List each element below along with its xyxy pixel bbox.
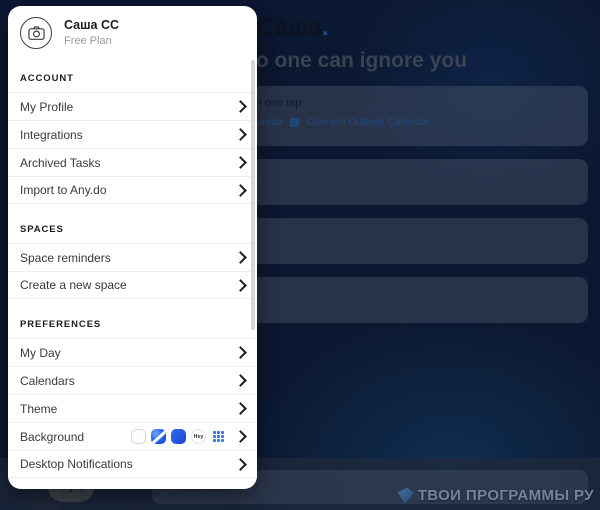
sidebar-item-label: My Day (20, 345, 61, 360)
sidebar-item-create-a-new-space[interactable]: Create a new space (8, 271, 257, 299)
sidebar-item-my-day[interactable]: My Day (8, 338, 257, 366)
profile-plan: Free Plan (64, 35, 112, 47)
chevron-right-icon (234, 374, 247, 387)
sidebar-item-background[interactable]: Background Hey (8, 422, 257, 450)
screen: ‎, Саша. no one can ignore you ‎ video m… (0, 0, 600, 510)
chevron-right-icon (234, 156, 247, 169)
chevron-right-icon (234, 402, 247, 415)
sidebar-item-label: Space reminders (20, 250, 111, 265)
section-heading-spaces: SPACES (20, 224, 64, 235)
sidebar-item-label: Integrations (20, 127, 83, 142)
sidebar-item-label: Create a new space (20, 278, 127, 292)
chevron-right-icon (234, 251, 247, 264)
sidebar-item-archived-tasks[interactable]: Archived Tasks (8, 148, 257, 176)
photo-swatch[interactable] (151, 429, 166, 444)
background-swatch-list: Hey (131, 429, 226, 444)
sidebar-item-label: Theme (20, 401, 58, 416)
sidebar-item-label: Desktop Notifications (20, 457, 133, 471)
pattern-grid-swatch[interactable] (211, 429, 226, 444)
sidebar-item-integrations[interactable]: Integrations (8, 120, 257, 148)
chevron-right-icon (234, 278, 247, 292)
sidebar-item-label: Calendars (20, 373, 75, 388)
section-heading-preferences: PREFERENCES (20, 319, 102, 330)
chevron-right-icon (234, 100, 247, 113)
sidebar-item-label: My Profile (20, 99, 74, 114)
chevron-right-icon (234, 128, 247, 141)
profile-text: Саша CC Free Plan (64, 18, 119, 48)
settings-scroll-area[interactable]: Саша CC Free Plan ACCOUNT My Profile Int… (8, 6, 257, 489)
solid-blue-swatch[interactable] (171, 429, 186, 444)
camera-icon[interactable] (20, 17, 52, 49)
sidebar-item-calendars[interactable]: Calendars (8, 366, 257, 394)
section-rows-preferences: My Day Calendars Theme Background Hey De… (8, 338, 257, 478)
sidebar-item-label: Archived Tasks (20, 155, 101, 170)
profile-header[interactable]: Саша CC Free Plan (8, 6, 257, 49)
sidebar-item-theme[interactable]: Theme (8, 394, 257, 422)
settings-scrollbar[interactable] (251, 60, 255, 330)
sidebar-item-label: Background (20, 429, 85, 444)
hey-swatch[interactable]: Hey (191, 429, 206, 444)
sidebar-item-import-to-anydo[interactable]: Import to Any.do (8, 176, 257, 204)
chevron-right-icon (234, 346, 247, 359)
sidebar-item-my-profile[interactable]: My Profile (8, 92, 257, 120)
profile-name: Саша CC (64, 18, 120, 32)
sidebar-item-label: Import to Any.do (20, 183, 107, 197)
sidebar-item-desktop-notifications[interactable]: Desktop Notifications (8, 450, 257, 478)
section-rows-spaces: Space reminders Create a new space (8, 243, 257, 299)
sidebar-item-space-reminders[interactable]: Space reminders (8, 243, 257, 271)
none-swatch[interactable] (131, 429, 146, 444)
settings-panel: Саша CC Free Plan ACCOUNT My Profile Int… (8, 6, 257, 489)
chevron-right-icon (234, 430, 247, 443)
chevron-right-icon (234, 183, 247, 197)
chevron-right-icon (234, 457, 247, 471)
section-heading-account: ACCOUNT (20, 73, 74, 84)
section-rows-account: My Profile Integrations Archived Tasks I… (8, 92, 257, 204)
